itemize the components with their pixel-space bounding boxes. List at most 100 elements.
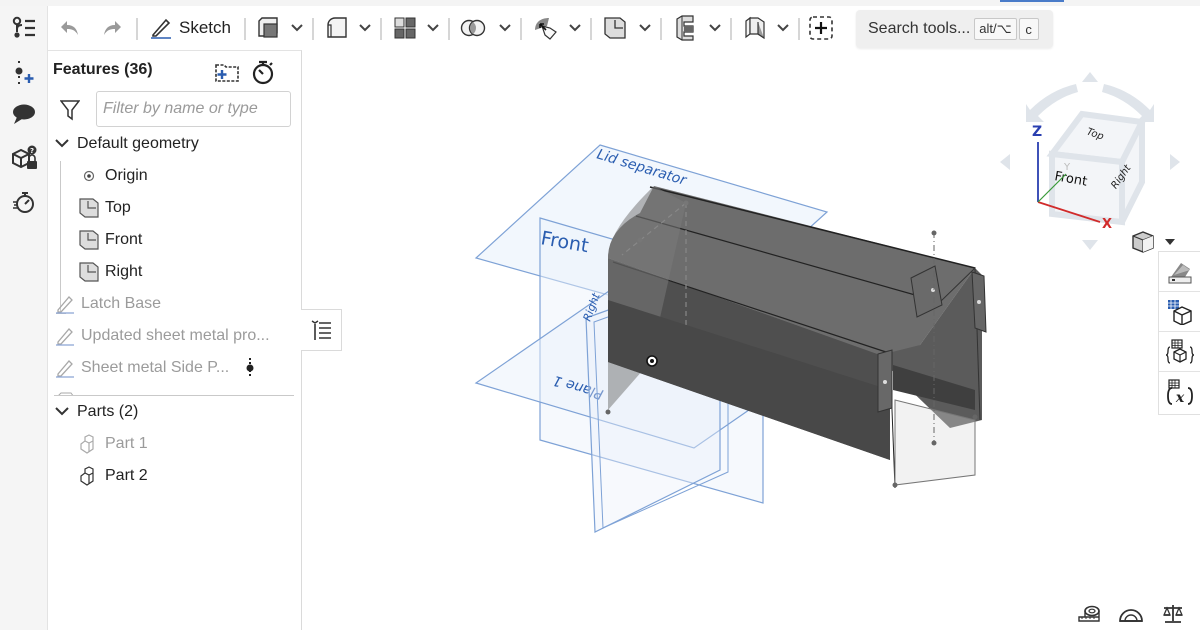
plane-icon	[78, 229, 100, 251]
rollback-bar-handle-icon[interactable]	[239, 357, 261, 379]
active-tab-indicator	[1000, 0, 1064, 2]
extrude-button[interactable]	[254, 12, 284, 44]
pattern-icon	[394, 17, 416, 39]
surface-button[interactable]	[530, 12, 562, 44]
origin-icon	[78, 165, 100, 187]
add-custom-feature-button[interactable]	[806, 12, 836, 44]
filter-icon[interactable]	[60, 99, 80, 121]
feature-item-right[interactable]: Right	[78, 258, 142, 286]
parts-group[interactable]: Parts (2)	[54, 398, 138, 426]
tape-measure-icon	[1078, 605, 1100, 622]
feature-item-sheet-metal-side[interactable]: Sheet metal Side P...	[54, 354, 266, 382]
toolbar-divider	[380, 18, 382, 40]
plane-dropdown[interactable]	[638, 18, 652, 38]
lid-separator-label: Lid separator	[595, 147, 689, 190]
thicken-dropdown[interactable]	[776, 18, 790, 38]
extrude-dropdown[interactable]	[290, 18, 304, 38]
configurations-button[interactable]	[1159, 332, 1200, 372]
variable-table-icon: x	[1167, 379, 1193, 405]
undo-button[interactable]	[54, 12, 86, 44]
plane-1-label: Plane 1	[551, 372, 605, 402]
right-plane-label: Right	[581, 291, 603, 323]
configuration-icon[interactable]: ?	[8, 142, 40, 174]
default-geometry-label: Default geometry	[77, 135, 199, 152]
redo-button[interactable]	[96, 12, 128, 44]
list-collapse-icon	[311, 320, 331, 340]
features-title: Features (36)	[53, 61, 153, 78]
svg-text:?: ?	[30, 147, 34, 155]
front-plane[interactable]	[539, 217, 764, 504]
comments-icon[interactable]	[8, 98, 40, 130]
pencil-icon	[151, 18, 171, 39]
sheet-metal-dropdown[interactable]	[708, 18, 722, 38]
feature-item-latch-base[interactable]: Latch Base	[54, 290, 161, 318]
rotate-left-arrow[interactable]	[1000, 154, 1010, 170]
fillet-dropdown[interactable]	[358, 18, 372, 38]
mass-properties-button[interactable]	[1160, 603, 1186, 625]
rotate-right-arrow[interactable]	[1170, 154, 1180, 170]
collapse-panel-button[interactable]	[301, 309, 342, 351]
svg-text:x: x	[1175, 390, 1185, 405]
right-plane[interactable]	[585, 269, 721, 533]
section-view-button[interactable]	[1118, 603, 1144, 625]
plane-1[interactable]	[474, 281, 842, 449]
pattern-button[interactable]	[390, 12, 420, 44]
default-geometry-group[interactable]: Default geometry	[54, 130, 199, 158]
feature-item-updated-sheet-metal[interactable]: Updated sheet metal pro...	[54, 322, 270, 350]
boolean-dropdown[interactable]	[498, 18, 512, 38]
sketch-button[interactable]: Sketch	[146, 12, 234, 44]
filter-input[interactable]	[96, 91, 291, 127]
toolbar-divider	[312, 18, 314, 40]
part-2-body[interactable]	[605, 186, 987, 489]
insert-icon[interactable]	[8, 56, 40, 88]
search-tools-button[interactable]: Search tools... alt/⌥ c	[856, 10, 1053, 48]
feature-item-top[interactable]: Top	[78, 194, 131, 222]
toolbar-divider	[520, 18, 522, 40]
partial-feature-item	[48, 386, 302, 395]
feature-list-icon[interactable]	[8, 12, 40, 44]
protractor-icon	[1119, 609, 1143, 622]
sketch-label: Sketch	[179, 18, 231, 37]
thicken-button[interactable]	[740, 12, 770, 44]
part-item-2[interactable]: Part 2	[78, 462, 148, 490]
render-studio-button[interactable]	[1159, 292, 1200, 332]
rollback-timer-button[interactable]	[250, 59, 276, 85]
measure-button[interactable]	[1076, 603, 1102, 625]
part-item-1[interactable]: Part 1	[78, 430, 148, 458]
pattern-dropdown[interactable]	[426, 18, 440, 38]
left-rail: ?	[0, 6, 48, 630]
axis-x-label: X	[1102, 217, 1112, 232]
fillet-button[interactable]	[322, 12, 352, 44]
part-icon	[78, 433, 100, 455]
front-plane-label: Front	[539, 227, 590, 257]
feature-list-panel: Features (36) Default geometry Origin To…	[48, 50, 302, 630]
add-folder-button[interactable]	[214, 59, 240, 85]
rotate-up-arrow[interactable]	[1082, 72, 1098, 82]
axis-z-label: Z	[1032, 124, 1042, 140]
toolbar-divider	[798, 18, 800, 40]
lid-separator-plane[interactable]	[474, 144, 829, 323]
variables-button[interactable]: x	[1159, 372, 1200, 412]
rotate-down-arrow[interactable]	[1082, 240, 1098, 250]
history-icon[interactable]	[8, 186, 40, 218]
plane-button[interactable]	[600, 12, 630, 44]
grid-cube-icon	[1168, 299, 1192, 325]
chevron-down-icon[interactable]	[54, 133, 70, 155]
appearance-button[interactable]	[1159, 252, 1200, 292]
parts-label: Parts (2)	[77, 403, 139, 420]
sheet-metal-button[interactable]	[670, 12, 700, 44]
shaded-cube-icon	[1132, 231, 1154, 253]
feature-item-origin[interactable]: Origin	[78, 162, 148, 190]
sketch-icon	[54, 357, 76, 379]
shortcut-modifier-key: alt/⌥	[974, 18, 1017, 40]
chevron-down-icon[interactable]	[54, 401, 70, 423]
boolean-button[interactable]	[458, 12, 488, 44]
feature-label: Updated sheet metal pro...	[81, 327, 270, 344]
rotate-ccw-arrow[interactable]	[1026, 84, 1078, 122]
appearance-icon	[1168, 262, 1192, 283]
surface-dropdown[interactable]	[568, 18, 582, 38]
stopwatch-icon	[252, 60, 274, 85]
scales-icon	[1163, 605, 1183, 623]
part-label: Part 2	[105, 467, 148, 484]
feature-item-front[interactable]: Front	[78, 226, 142, 254]
